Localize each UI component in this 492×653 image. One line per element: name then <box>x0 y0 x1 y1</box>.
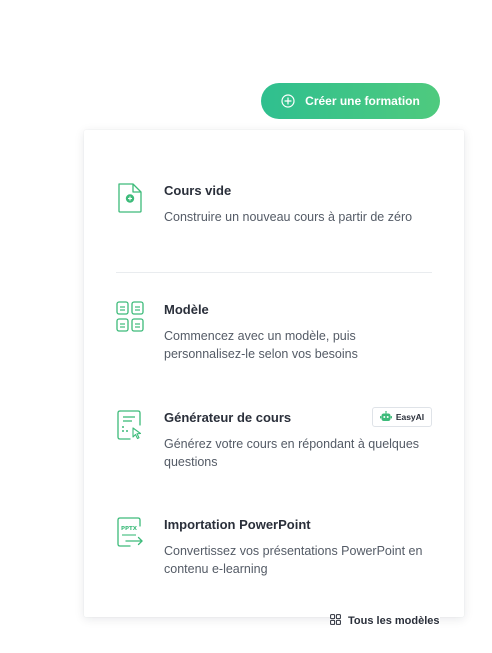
option-title: Cours vide <box>164 183 232 198</box>
option-title: Générateur de cours <box>164 410 292 425</box>
option-description: Générez votre cours en répondant à quelq… <box>164 437 420 469</box>
all-models-label: Tous les modèles <box>348 615 440 627</box>
pptx-import-icon: PPTX <box>116 516 144 548</box>
template-grid-icon <box>116 301 144 333</box>
grid-icon <box>330 614 341 628</box>
pptx-label: PPTX <box>121 526 138 532</box>
option-title: Importation PowerPoint <box>164 517 311 532</box>
create-training-button[interactable]: Créer une formation <box>261 83 440 119</box>
page: Créer une formation Cours vide Construir… <box>0 0 492 653</box>
plus-circle-icon <box>281 94 295 108</box>
create-options-menu: Cours vide Construire un nouveau cours à… <box>84 130 464 617</box>
robot-icon <box>379 410 392 424</box>
option-description: Convertissez vos présentations PowerPoin… <box>164 544 423 576</box>
option-title: Modèle <box>164 302 209 317</box>
all-models-link[interactable]: Tous les modèles <box>330 614 440 628</box>
divider <box>116 272 432 273</box>
option-description: Commencez avec un modèle, puis personnal… <box>164 329 358 361</box>
create-training-label: Créer une formation <box>305 94 420 108</box>
generator-form-icon <box>116 409 144 441</box>
document-plus-icon <box>116 182 144 214</box>
easyai-badge: EasyAI <box>372 407 432 427</box>
option-description: Construire un nouveau cours à partir de … <box>164 210 413 224</box>
badge-label: EasyAI <box>395 412 425 422</box>
